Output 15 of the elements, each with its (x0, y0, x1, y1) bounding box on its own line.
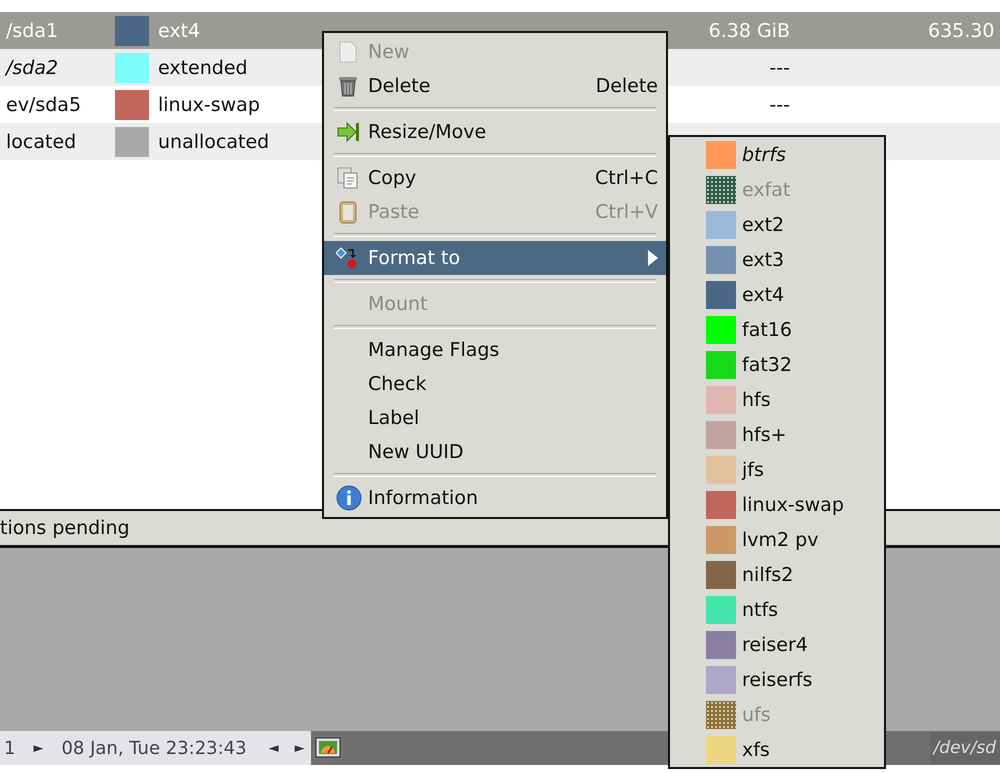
table-cell-text: extended (157, 56, 248, 78)
table-cell-text: located (5, 130, 76, 152)
table-cell-text: 635.30 (927, 20, 994, 42)
table-cell-text: ev/sda5 (5, 94, 82, 116)
clock: 08 Jan, Tue 23:23:43 (61, 738, 247, 758)
table-cell-text: /sda2 (4, 56, 58, 78)
table-cell-text: 6.38 GiB (708, 20, 791, 42)
status-text: tions pending (0, 517, 130, 539)
table-cell-text: unallocated (157, 130, 270, 152)
table-cell-text: --- (768, 94, 791, 116)
table-cell-text: linux-swap (157, 94, 260, 116)
table-cell-text: ext4 (157, 20, 200, 42)
table-cell-text: --- (768, 56, 791, 78)
table-cell-text: /sda1 (5, 20, 58, 42)
desktop-number: 1 (3, 738, 16, 758)
